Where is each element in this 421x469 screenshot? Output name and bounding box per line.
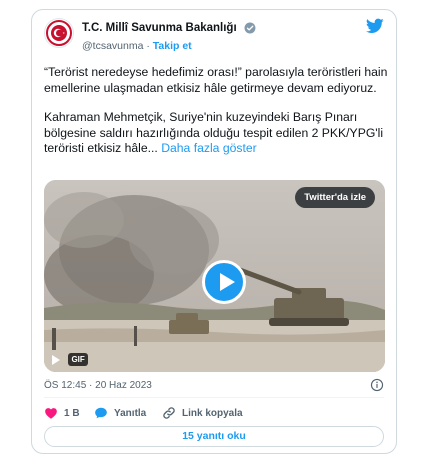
twitter-bird-icon[interactable] (366, 18, 384, 34)
handle-line: @tcsavunma · Takip et (82, 40, 256, 52)
copy-link-label: Link kopyala (182, 407, 243, 419)
account-names: T.C. Millî Savunma Bakanlığı @tcsavunma … (82, 19, 256, 52)
gif-controls: GIF (52, 351, 88, 367)
info-icon[interactable] (370, 378, 384, 392)
ministry-emblem-icon (46, 20, 72, 46)
reply-button[interactable]: Yanıtla (94, 406, 146, 420)
follow-button[interactable]: Takip et (153, 40, 192, 52)
tweet-card: T.C. Millî Savunma Bakanlığı @tcsavunma … (31, 9, 397, 454)
like-count: 1 B (64, 407, 80, 419)
play-button[interactable] (202, 260, 246, 304)
heart-icon (45, 408, 57, 419)
watch-on-twitter-button[interactable]: Twitter'da izle (295, 187, 375, 208)
tweet-paragraph-2: Kahraman Mehmetçik, Suriye'nin kuzeyinde… (44, 110, 390, 157)
copy-link-button[interactable]: Link kopyala (162, 406, 243, 420)
tweet-text: “Terörist neredeyse hedefimiz orası!” pa… (44, 65, 390, 157)
tweet-actions: 1 B Yanıtla Link kopyala (44, 406, 384, 420)
show-more-link[interactable]: Daha fazla göster (161, 141, 257, 155)
reply-label: Yanıtla (114, 407, 147, 419)
gif-badge: GIF (68, 353, 88, 367)
read-replies-button[interactable]: 15 yanıtı oku (44, 426, 384, 447)
handle[interactable]: @tcsavunma (82, 40, 143, 52)
reply-bubble-icon (95, 407, 107, 419)
separator: · (146, 40, 150, 52)
avatar[interactable] (44, 18, 74, 48)
verified-badge-icon (244, 22, 256, 34)
tweet-header: T.C. Millî Savunma Bakanlığı @tcsavunma … (44, 18, 384, 58)
display-name[interactable]: T.C. Millî Savunma Bakanlığı (82, 22, 237, 34)
tweet-paragraph-1: “Terörist neredeyse hedefimiz orası!” pa… (44, 65, 388, 95)
tweet-timestamp[interactable]: ÖS 12:45 · 20 Haz 2023 (44, 380, 152, 391)
like-button[interactable]: 1 B (44, 406, 80, 420)
link-icon (163, 407, 175, 419)
divider (44, 397, 384, 398)
small-play-icon[interactable] (52, 354, 60, 365)
video-player[interactable]: Twitter'da izle GIF (44, 180, 385, 372)
